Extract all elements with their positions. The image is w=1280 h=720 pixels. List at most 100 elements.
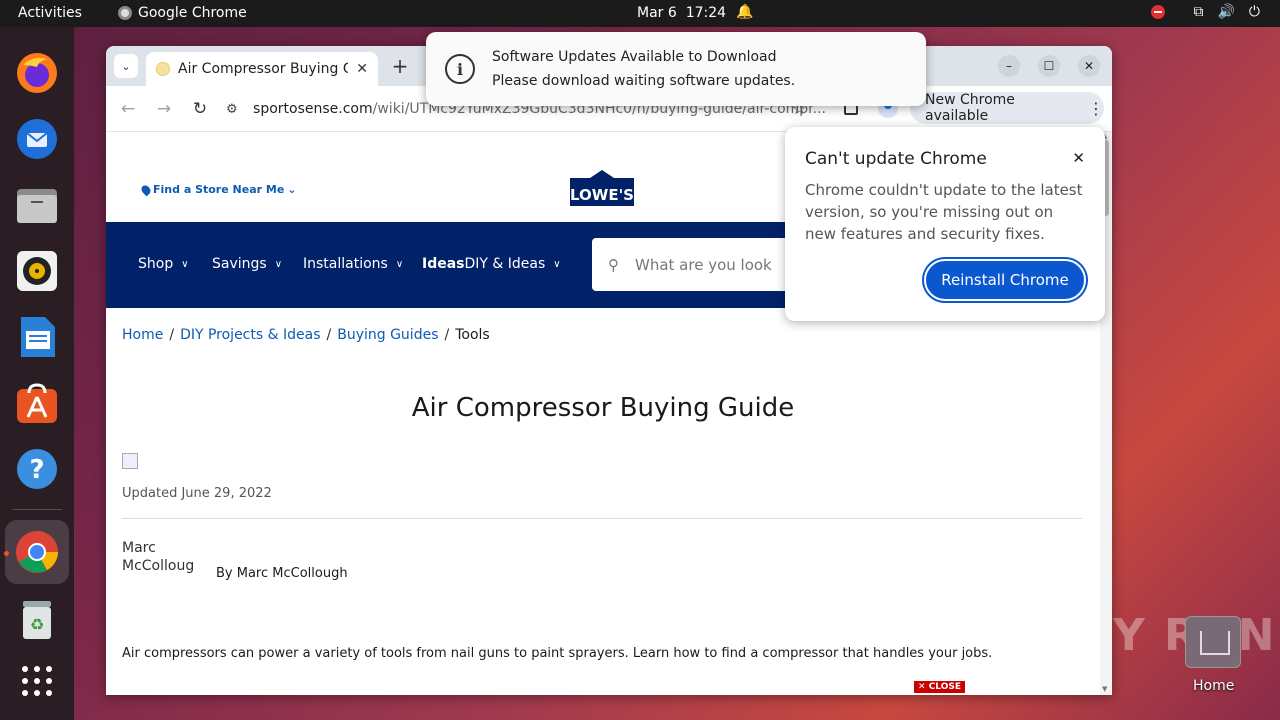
- libreoffice-writer-icon[interactable]: [13, 313, 61, 361]
- chevron-down-icon: ∨: [553, 258, 561, 270]
- update-notification[interactable]: i Software Updates Available to Download…: [426, 32, 926, 106]
- page-title: Air Compressor Buying Guide: [411, 393, 795, 423]
- find-store-label: Find a Store Near Me: [153, 183, 285, 196]
- home-folder-label: Home: [1193, 678, 1235, 694]
- breadcrumb-separator: /: [169, 327, 175, 343]
- url-host: sportosense.com: [253, 101, 373, 117]
- nav-savings[interactable]: Savings ∨: [212, 256, 282, 272]
- clock[interactable]: Mar 6 17:24: [637, 5, 726, 21]
- show-apps-icon[interactable]: [13, 657, 61, 705]
- tab-search-button[interactable]: ⌄: [114, 54, 138, 78]
- running-indicator: [4, 551, 9, 556]
- search-icon: ⚲: [608, 255, 619, 274]
- breadcrumb-guides[interactable]: Buying Guides: [337, 327, 438, 343]
- home-folder-icon[interactable]: [1185, 616, 1241, 668]
- forward-button[interactable]: →: [152, 97, 176, 121]
- find-store-link[interactable]: Find a Store Near Me ⌄: [139, 183, 297, 196]
- back-button[interactable]: ←: [116, 97, 140, 121]
- breadcrumb: Home / DIY Projects & Ideas / Buying Gui…: [122, 327, 490, 343]
- rhythmbox-icon[interactable]: [13, 247, 61, 295]
- notification-title: Software Updates Available to Download: [492, 49, 777, 65]
- breadcrumb-current: Tools: [455, 327, 490, 343]
- minimize-icon: –: [1006, 59, 1012, 73]
- site-search-input[interactable]: ⚲ What are you look: [592, 238, 800, 291]
- updated-date: Updated June 29, 2022: [122, 486, 272, 501]
- firefox-icon[interactable]: [13, 49, 61, 97]
- breadcrumb-home[interactable]: Home: [122, 327, 163, 343]
- thunderbird-icon[interactable]: [13, 115, 61, 163]
- reload-icon: ↻: [192, 99, 208, 119]
- do-not-disturb-icon[interactable]: [1151, 5, 1166, 19]
- svg-text:♻: ♻: [30, 615, 44, 634]
- chrome-icon: [118, 6, 132, 20]
- chevron-down-icon: ⌄: [121, 59, 131, 73]
- chevron-down-icon: ∨: [274, 258, 283, 270]
- help-icon[interactable]: ?: [13, 445, 61, 493]
- nav-ideas-label: DIY & Ideas: [464, 256, 546, 272]
- logo-text: LOWE'S: [570, 186, 634, 204]
- favicon-icon: [156, 62, 170, 76]
- nav-installations[interactable]: Installations ∨: [303, 256, 403, 272]
- maximize-icon: ☐: [1043, 59, 1055, 73]
- new-tab-button[interactable]: +: [388, 54, 412, 78]
- info-icon: i: [445, 54, 475, 84]
- network-icon[interactable]: ⧉: [1193, 4, 1203, 20]
- chevron-down-icon: ∨: [395, 258, 404, 270]
- breadcrumb-separator: /: [444, 327, 450, 343]
- author-byline[interactable]: By Marc McCollough: [216, 566, 348, 581]
- search-placeholder: What are you look: [635, 255, 772, 274]
- divider: [122, 518, 1082, 519]
- tab-air-compressor[interactable]: Air Compressor Buying Guide ✕: [146, 52, 378, 86]
- trash-icon[interactable]: ♻: [13, 595, 61, 643]
- scroll-down-icon[interactable]: ▼: [1102, 685, 1107, 693]
- nav-savings-label: Savings: [212, 256, 267, 272]
- dialog-title: Can't update Chrome: [805, 149, 987, 169]
- dialog-body: Chrome couldn't update to the latest ver…: [805, 181, 1083, 243]
- cant-update-dialog: Can't update Chrome ✕ Chrome couldn't up…: [785, 127, 1105, 321]
- dock-separator: [12, 509, 62, 510]
- breadcrumb-diy[interactable]: DIY Projects & Ideas: [180, 327, 320, 343]
- volume-icon[interactable]: 🔊: [1217, 4, 1234, 20]
- clock-date: Mar 6: [637, 5, 677, 21]
- nav-shop-label: Shop: [138, 256, 174, 272]
- plus-icon: +: [391, 54, 409, 78]
- dock: ? ♻: [0, 27, 74, 720]
- reload-button[interactable]: ↻: [188, 97, 212, 121]
- reinstall-chrome-button[interactable]: Reinstall Chrome: [924, 259, 1086, 301]
- app-center-icon[interactable]: [13, 379, 61, 427]
- minimize-button[interactable]: –: [998, 55, 1020, 77]
- files-icon[interactable]: [13, 181, 61, 229]
- top-bar: Activities Google Chrome Mar 6 17:24 🔔 ⧉…: [0, 0, 1280, 27]
- close-window-button[interactable]: ✕: [1078, 55, 1100, 77]
- ad-close-label: CLOSE: [928, 682, 961, 692]
- activities-button[interactable]: Activities: [18, 5, 82, 21]
- arrow-right-icon: →: [156, 99, 172, 119]
- notification-body: Please download waiting software updates…: [492, 73, 796, 89]
- nav-ideas-bold: Ideas: [422, 256, 465, 272]
- close-icon[interactable]: ✕: [1072, 149, 1085, 167]
- lowes-logo[interactable]: LOWE'S: [564, 170, 640, 206]
- author-image-alt: Marc McColloug: [122, 540, 195, 574]
- bell-icon[interactable]: 🔔: [736, 4, 753, 20]
- nav-shop[interactable]: Shop ∨: [138, 256, 189, 272]
- chrome-icon[interactable]: [13, 528, 61, 576]
- broken-image-icon: [122, 453, 138, 469]
- breadcrumb-separator: /: [326, 327, 332, 343]
- system-tray[interactable]: ⧉ 🔊 ⏻: [1151, 4, 1260, 20]
- new-chrome-available-button[interactable]: New Chrome available ⋮: [910, 92, 1104, 124]
- maximize-button[interactable]: ☐: [1038, 55, 1060, 77]
- intro-paragraph: Air compressors can power a variety of t…: [122, 646, 993, 661]
- tab-title: Air Compressor Buying Guide: [178, 61, 349, 77]
- location-pin-icon: [139, 183, 153, 196]
- close-icon: ✕: [1083, 59, 1095, 73]
- close-tab-icon[interactable]: ✕: [356, 61, 368, 77]
- chevron-down-icon: ⌄: [287, 183, 297, 196]
- kebab-menu-icon[interactable]: ⋮: [1088, 99, 1104, 118]
- nav-installations-label: Installations: [303, 256, 388, 272]
- app-menu[interactable]: Google Chrome: [118, 5, 247, 21]
- ad-close-button[interactable]: ✕ CLOSE: [914, 681, 965, 693]
- power-icon[interactable]: ⏻: [1249, 4, 1260, 20]
- nav-ideas[interactable]: Ideas DIY & Ideas ∨: [422, 256, 561, 272]
- site-info-icon[interactable]: ⚙: [226, 102, 239, 117]
- app-name: Google Chrome: [138, 5, 247, 21]
